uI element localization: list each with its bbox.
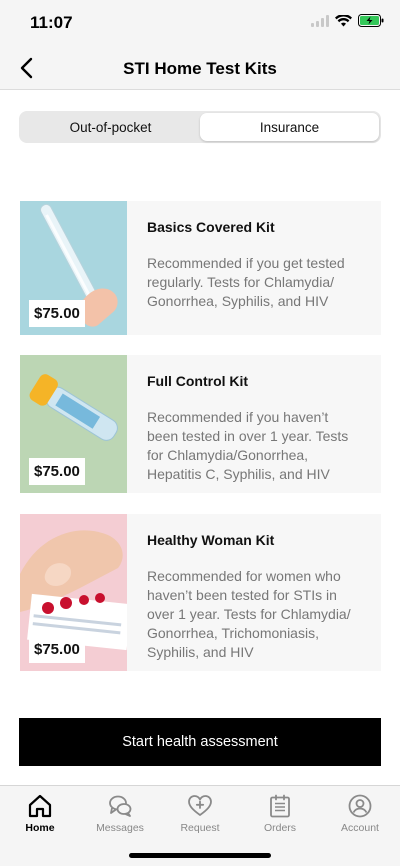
- home-icon: [28, 794, 52, 818]
- payment-type-segmented-control: Out-of-pocket Insurance: [19, 111, 381, 143]
- kit-card-healthy-woman[interactable]: $75.00 Healthy Woman Kit Recommended for…: [20, 514, 381, 671]
- kit-title: Healthy Woman Kit: [147, 532, 275, 548]
- kit-description: Recommended if you haven’t been tested i…: [147, 409, 349, 482]
- page-title: STI Home Test Kits: [123, 59, 277, 78]
- kit-title: Basics Covered Kit: [147, 219, 275, 235]
- kit-price: $75.00: [29, 458, 85, 485]
- kit-description: Recommended if you get tested regularly.…: [147, 255, 345, 309]
- tab-messages-label: Messages: [96, 822, 144, 834]
- tab-request-label: Request: [180, 822, 220, 834]
- kit-image-basics-covered: $75.00: [20, 201, 127, 335]
- kit-description: Recommended for women who haven’t been t…: [147, 568, 351, 660]
- kit-price: $75.00: [29, 636, 85, 663]
- tab-account[interactable]: Account: [320, 786, 400, 866]
- status-icons: [311, 14, 384, 27]
- kit-card-full-control[interactable]: $75.00 Full Control Kit Recommended if y…: [20, 355, 381, 493]
- signal-icon: [311, 14, 329, 27]
- wifi-icon: [335, 14, 352, 26]
- segment-insurance[interactable]: Insurance: [200, 113, 379, 141]
- kit-price: $75.00: [29, 300, 85, 327]
- kit-title: Full Control Kit: [147, 373, 249, 389]
- calendar-icon: [270, 794, 290, 818]
- segment-out-of-pocket[interactable]: Out-of-pocket: [21, 113, 200, 141]
- home-indicator: [129, 853, 271, 858]
- start-health-assessment-button[interactable]: Start health assessment: [19, 718, 381, 766]
- kit-image-healthy-woman: $75.00: [20, 514, 127, 671]
- messages-icon: [109, 795, 132, 817]
- heart-plus-icon: [188, 795, 212, 816]
- kit-card-basics-covered[interactable]: $75.00 Basics Covered Kit Recommended if…: [20, 201, 381, 335]
- tab-account-label: Account: [341, 822, 379, 834]
- status-time: 11:07: [30, 13, 73, 32]
- status-bar: 11:07: [0, 0, 400, 46]
- battery-charging-icon: [358, 14, 384, 27]
- tab-home[interactable]: Home: [0, 786, 80, 866]
- navigation-bar: STI Home Test Kits: [0, 46, 400, 90]
- kit-image-full-control: $75.00: [20, 355, 127, 493]
- tab-orders-label: Orders: [263, 822, 297, 834]
- account-icon: [348, 794, 372, 818]
- tab-home-label: Home: [25, 822, 55, 834]
